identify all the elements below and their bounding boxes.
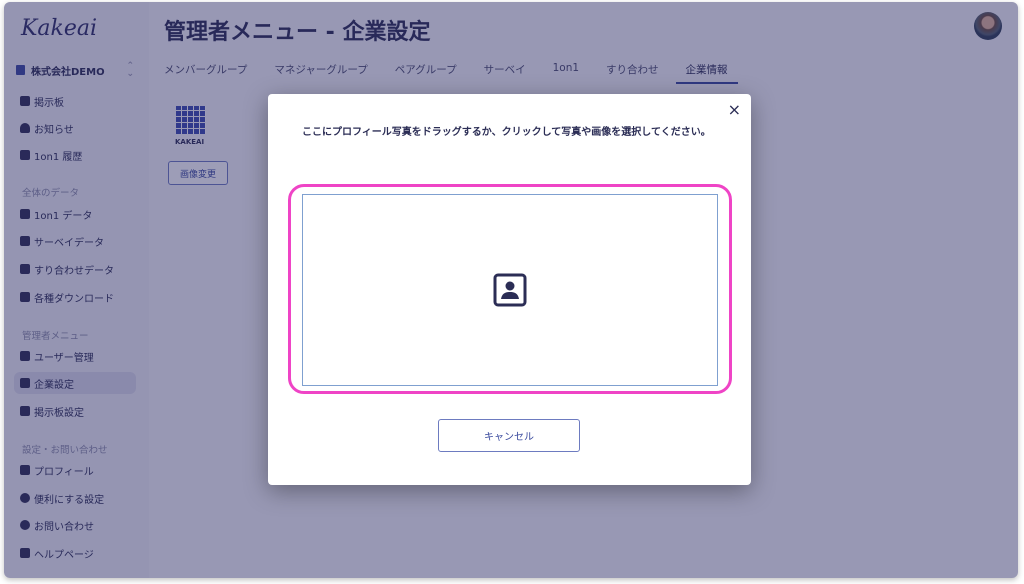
upload-photo-dialog: × ここにプロフィール写真をドラッグするか、クリックして写真や画像を選択してくだ… [268, 94, 751, 485]
photo-dropzone[interactable] [302, 194, 718, 386]
portrait-icon [493, 273, 527, 307]
cancel-button[interactable]: キャンセル [438, 419, 580, 452]
app-window: Kakeai 株式会社DEMO ⌃ ⌄ 掲示板 お知らせ 1on1 履歴 全体のデ… [4, 2, 1018, 578]
upload-instruction: ここにプロフィール写真をドラッグするか、クリックして写真や画像を選択してください… [302, 127, 711, 138]
close-icon[interactable]: × [728, 102, 741, 118]
